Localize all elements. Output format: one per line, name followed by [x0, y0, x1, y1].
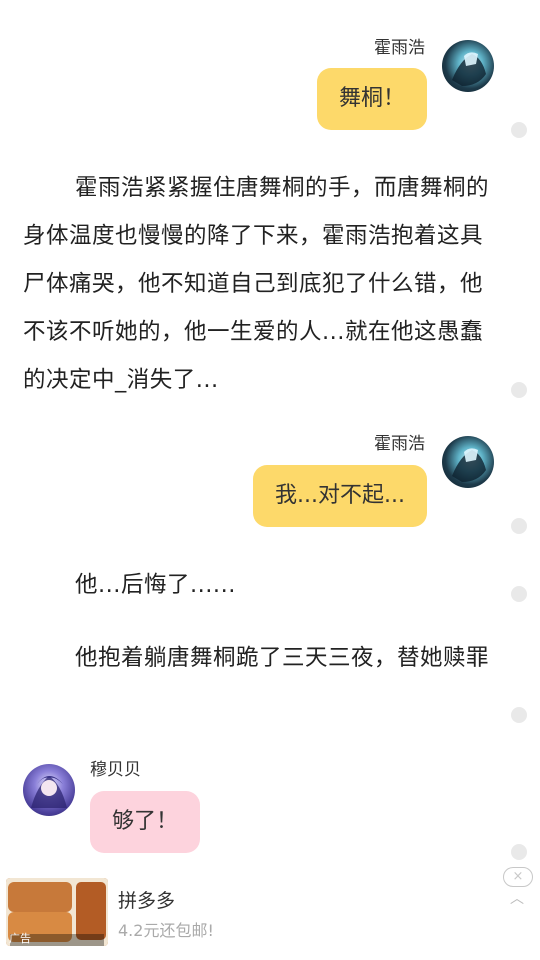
ad-banner[interactable]: 广告 拼多多 4.2元还包邮!	[0, 872, 540, 960]
chat-bubble[interactable]: 我...对不起...	[253, 465, 427, 527]
comment-dot[interactable]	[511, 586, 527, 602]
message-3: 穆贝贝	[90, 760, 141, 780]
avatar-mu-beibei[interactable]	[23, 764, 75, 816]
chat-bubble[interactable]: 舞桐！	[316, 68, 427, 130]
avatar-huo-yuhao[interactable]	[442, 436, 494, 488]
speaker-name: 霍雨浩	[374, 434, 425, 454]
narration-paragraph: 霍雨浩紧紧握住唐舞桐的手，而唐舞桐的身体温度也慢慢的降了下来，霍雨浩抱着这具尸体…	[23, 175, 490, 393]
comment-dot[interactable]	[511, 518, 527, 534]
narration-paragraph: 他...后悔了......	[75, 572, 236, 598]
message-3-bubble-wrap: 够了！	[90, 791, 201, 853]
message-2-bubble-wrap: 我...对不起...	[253, 465, 427, 527]
message-1: 霍雨浩	[374, 38, 425, 58]
ad-subtitle: 4.2元还包邮!	[118, 921, 214, 940]
speaker-name: 穆贝贝	[90, 760, 141, 780]
comment-dot[interactable]	[511, 844, 527, 860]
avatar-huo-yuhao[interactable]	[442, 40, 494, 92]
message-2: 霍雨浩	[374, 434, 425, 454]
comment-dot[interactable]	[511, 382, 527, 398]
message-1-bubble-wrap: 舞桐！	[316, 68, 427, 130]
close-icon[interactable]: ×	[503, 867, 533, 887]
speaker-name: 霍雨浩	[374, 38, 425, 58]
chevron-up-icon[interactable]: ︿	[510, 888, 524, 908]
narration-paragraph: 他抱着躺唐舞桐跪了三天三夜，替她赎罪	[75, 645, 490, 671]
comment-dot[interactable]	[511, 122, 527, 138]
comment-dot[interactable]	[511, 707, 527, 723]
ad-label: 广告	[9, 932, 31, 945]
chat-bubble[interactable]: 够了！	[90, 791, 201, 853]
ad-title[interactable]: 拼多多	[118, 886, 175, 913]
